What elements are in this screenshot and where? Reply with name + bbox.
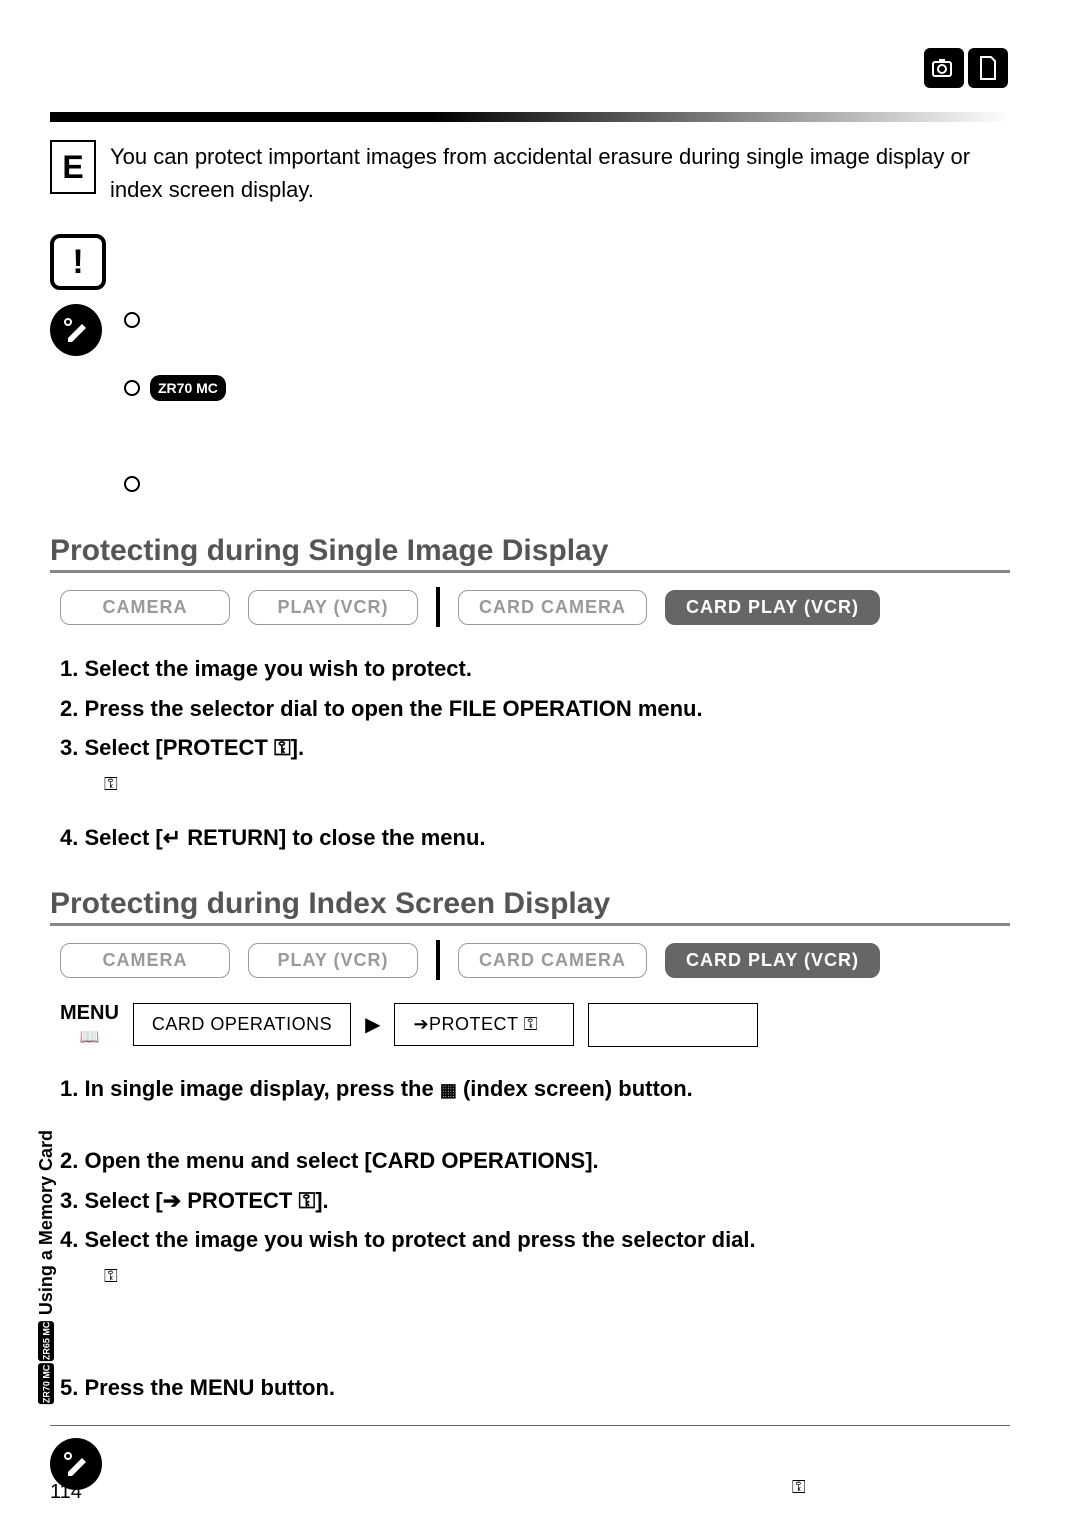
key-icon: ⚿ — [792, 1473, 806, 1502]
bullet-icon — [124, 476, 140, 492]
step-3: 3. Select [➔ PROTECT ⚿]. — [60, 1181, 1010, 1221]
menu-label: MENU 📖 — [60, 1002, 119, 1047]
step-1: 1. Select the image you wish to protect. — [60, 649, 1010, 689]
mode-card-camera: CARD CAMERA — [458, 943, 647, 978]
mode-camera: CAMERA — [60, 943, 230, 978]
header-divider — [50, 112, 1010, 122]
footer-note-text: You can exit the menu at any time by pre… — [124, 1438, 1010, 1502]
step-2: 2. Open the menu and select [CARD OPERAT… — [60, 1141, 1010, 1181]
bullet-icon — [124, 380, 140, 396]
step-4: 4. Select [↵ RETURN] to close the menu. — [60, 818, 1010, 858]
step-2: 2. Press the selector dial to open the F… — [60, 689, 1010, 729]
mode-camera: CAMERA — [60, 590, 230, 625]
side-tab-label: Using a Memory Card — [36, 1130, 57, 1315]
key-icon: ⚿ — [104, 770, 118, 799]
language-marker: E — [50, 140, 96, 194]
mode-card-play-vcr: CARD PLAY (VCR) — [665, 943, 880, 978]
book-icon: 📖 — [79, 1027, 99, 1047]
step-3-note: ⚿• ⚿ appears on the image. • To cancel t… — [104, 768, 1010, 800]
card-icon — [968, 48, 1008, 88]
side-tab: ZR70 MC ZR65 MC Using a Memory Card — [36, 1130, 57, 1404]
side-badge-1: ZR70 MC — [39, 1364, 55, 1405]
notes-body: Sample movies recorded on the supplied S… — [124, 304, 1010, 504]
menu-arrow-icon: ▶ — [365, 1012, 380, 1037]
page-number: 114 — [50, 1481, 82, 1504]
step-5: 5. Press the MENU button. — [60, 1368, 1010, 1408]
mode-separator — [436, 940, 440, 980]
section-title-single: Protecting during Single Image Display — [50, 534, 1010, 573]
section-title-index: Protecting during Index Screen Display — [50, 887, 1010, 926]
header-icons — [924, 48, 1008, 88]
bullet-icon — [124, 312, 140, 328]
mode-play-vcr: PLAY (VCR) — [248, 943, 418, 978]
menu-box-empty — [588, 1003, 758, 1047]
mode-separator — [436, 587, 440, 627]
menu-box-card-operations: CARD OPERATIONS — [133, 1003, 351, 1046]
side-badge-2: ZR65 MC — [39, 1321, 55, 1362]
mode-selector-row-2: CAMERA PLAY (VCR) CARD CAMERA CARD PLAY … — [60, 940, 1010, 980]
camera-icon — [924, 48, 964, 88]
mode-selector-row: CAMERA PLAY (VCR) CARD CAMERA CARD PLAY … — [60, 587, 1010, 627]
step-1: 1. In single image display, press the ▦ … — [60, 1069, 1010, 1109]
mode-card-camera: CARD CAMERA — [458, 590, 647, 625]
key-icon: ⚿ — [104, 1262, 118, 1291]
step-4: 4. Select the image you wish to protect … — [60, 1220, 1010, 1260]
caution-icon: ! — [50, 234, 106, 290]
model-badge: ZR70 MC — [150, 375, 226, 401]
step-4-note: ⚿• ⚿ appears on the image. • To cancel t… — [104, 1260, 1010, 1324]
mode-card-play-vcr: CARD PLAY (VCR) — [665, 590, 880, 625]
menu-box-protect: ➔PROTECT ⚿ — [394, 1003, 574, 1046]
index-screen-icon: ▦ — [440, 1080, 457, 1100]
mode-play-vcr: PLAY (VCR) — [248, 590, 418, 625]
intro-text: You can protect important images from ac… — [110, 140, 1010, 206]
notes-icon — [50, 304, 102, 356]
step-3: 3. Select [PROTECT ⚿]. — [60, 728, 1010, 768]
menu-path-row: MENU 📖 CARD OPERATIONS ▶ ➔PROTECT ⚿ — [60, 1002, 1010, 1047]
